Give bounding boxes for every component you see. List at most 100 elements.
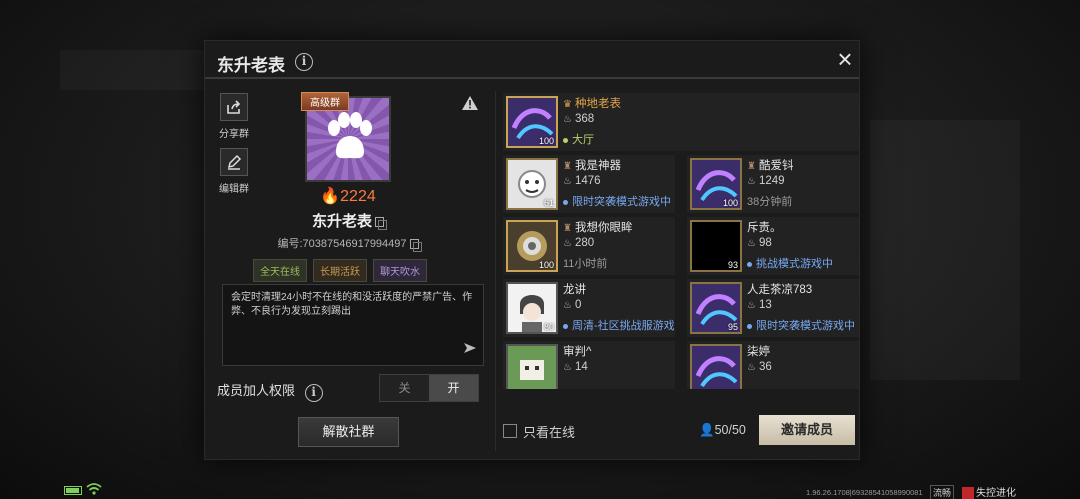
member-count: 👤50/50 — [699, 423, 746, 438]
member-avatar: 95 — [690, 282, 742, 334]
report-icon[interactable] — [461, 95, 479, 116]
member-name: 斥责。 — [747, 219, 782, 235]
group-notice-text: 会定时清理24小时不在线的和没活跃度的严禁广告、作弊、不良行为发现立刻踢出 — [231, 292, 473, 317]
background-panel — [870, 120, 1020, 380]
member-heat: ♨ 368 — [563, 113, 594, 125]
member-avatar: 100 — [690, 158, 742, 210]
member-status: 限时突袭模式游戏中 — [563, 193, 671, 209]
member-status: 11小时前 — [563, 255, 607, 271]
member-status: 挑战模式游戏中 — [747, 255, 833, 271]
member-name-text: 人走茶凉783 — [747, 284, 813, 296]
brand-icon — [962, 487, 974, 499]
member-level: 80 — [543, 322, 554, 332]
tag: 聊天吹水 — [373, 259, 427, 282]
brand-logo: 失控进化 — [962, 484, 1016, 499]
member-card[interactable]: 100 ♛ 种地老表 ♨ 368 大厅 — [503, 93, 859, 151]
share-group-label: 分享群 — [219, 129, 249, 140]
join-permission-toggle[interactable]: 关 开 — [379, 374, 479, 402]
edit-group-button[interactable]: 编辑群 — [217, 148, 251, 195]
copy-icon[interactable] — [409, 239, 422, 253]
member-status-text: 限时突袭模式游戏中 — [572, 196, 671, 208]
member-status: 限时突袭模式游戏中 — [747, 317, 855, 333]
copy-icon[interactable] — [375, 217, 387, 231]
member-heat-value: 280 — [574, 237, 595, 249]
member-name: 人走茶凉783 — [747, 281, 812, 297]
member-card[interactable]: 93 斥责。 ♨ 98 挑战模式游戏中 — [687, 217, 859, 275]
member-name-text: 种地老表 — [574, 98, 621, 110]
flame-icon: ♨ — [563, 238, 572, 249]
member-card[interactable]: 95 人走茶凉783 ♨ 13 限时突袭模式游戏中 — [687, 279, 859, 337]
status-dot — [747, 261, 752, 267]
flame-icon: ♨ — [563, 114, 572, 125]
member-footer: 只看在线 👤50/50 邀请成员 — [503, 415, 859, 449]
group-id-text: 编号:70387546917994497 — [277, 238, 407, 250]
only-online-checkbox[interactable] — [503, 424, 517, 438]
status-dot — [747, 323, 752, 329]
info-icon[interactable]: i — [304, 384, 323, 402]
member-avatar: 93 — [690, 220, 742, 272]
only-online-label[interactable]: 只看在线 — [523, 422, 575, 441]
tag: 全天在线 — [253, 259, 307, 282]
paw-icon — [328, 112, 372, 159]
background-panel — [60, 50, 220, 90]
member-avatar: 61 — [506, 158, 558, 210]
member-name-text: 审判^ — [563, 346, 592, 358]
close-icon[interactable]: × — [831, 46, 859, 74]
medal-icon: ♜ — [563, 161, 572, 172]
medal-icon: ♜ — [747, 161, 756, 172]
member-count-value: 50/50 — [714, 423, 746, 437]
disband-group-button[interactable]: 解散社群 — [298, 417, 399, 447]
member-card[interactable]: 审判^ ♨ 14 — [503, 341, 675, 389]
member-name-text: 柒婷 — [747, 346, 770, 358]
toggle-off-option[interactable]: 关 — [380, 375, 429, 401]
member-heat: ♨ 0 — [563, 299, 581, 311]
dialog-titlebar: 东升老表 i × — [205, 41, 859, 79]
dialog-title: 东升老表 — [217, 56, 285, 75]
crown-icon: ♛ — [563, 99, 572, 110]
member-name-text: 酷爱钭 — [758, 160, 794, 172]
member-heat: ♨ 280 — [563, 237, 594, 249]
status-dot — [563, 137, 568, 143]
send-icon[interactable] — [463, 342, 477, 359]
medal-icon: ♜ — [563, 223, 572, 234]
member-status-text: 限时突袭模式游戏中 — [756, 320, 855, 332]
member-card[interactable]: 柒婷 ♨ 36 — [687, 341, 859, 389]
member-status: 38分钟前 — [747, 193, 792, 209]
group-tags: 全天在线 长期活跃 聊天吹水 — [253, 259, 427, 282]
member-heat: ♨ 36 — [747, 361, 772, 373]
member-card[interactable]: 100 ♜ 我想你眼眸 ♨ 280 11小时前 — [503, 217, 675, 275]
join-permission-label: 成员加人权限 i — [217, 380, 323, 402]
share-group-button[interactable]: 分享群 — [217, 93, 251, 140]
info-icon[interactable]: i — [295, 53, 313, 71]
member-card[interactable]: 80 龙讲 ♨ 0 周清-社区挑战服游戏 — [503, 279, 675, 337]
member-name: 龙讲 — [563, 281, 586, 297]
member-avatar — [506, 344, 558, 389]
toggle-on-option[interactable]: 开 — [429, 375, 478, 401]
flame-icon: ♨ — [563, 300, 572, 311]
member-list[interactable]: 100 ♛ 种地老表 ♨ 368 大厅 61 ♜ 我是神器 ♨ 1476 限时突袭模式游… — [503, 93, 861, 389]
member-heat: ♨ 1249 — [747, 175, 785, 187]
person-icon: 👤 — [699, 423, 715, 437]
member-name: ♛ 种地老表 — [563, 95, 621, 111]
member-card[interactable]: 61 ♜ 我是神器 ♨ 1476 限时突袭模式游戏中 — [503, 155, 675, 213]
member-name-text: 斥责。 — [747, 222, 782, 234]
group-notice[interactable]: 会定时清理24小时不在线的和没活跃度的严禁广告、作弊、不良行为发现立刻踢出 — [222, 284, 484, 366]
member-heat-value: 1249 — [758, 175, 785, 187]
member-name: 审判^ — [563, 343, 591, 359]
member-avatar: 80 — [506, 282, 558, 334]
member-status-text: 38分钟前 — [747, 196, 793, 208]
flame-icon: ♨ — [747, 176, 756, 187]
member-heat-value: 1476 — [574, 175, 601, 187]
member-level: 100 — [538, 136, 554, 146]
member-name: ♜ 酷爱钭 — [747, 157, 793, 173]
member-card[interactable]: 100 ♜ 酷爱钭 ♨ 1249 38分钟前 — [687, 155, 859, 213]
group-id: 编号:70387546917994497 — [245, 235, 451, 253]
flame-icon: ♨ — [747, 238, 756, 249]
group-heat: 🔥2224 — [305, 186, 391, 206]
member-status-text: 周清-社区挑战服游戏 — [572, 320, 675, 332]
member-status: 周清-社区挑战服游戏 — [563, 317, 675, 333]
member-heat: ♨ 98 — [747, 237, 772, 249]
group-dialog: 东升老表 i × 分享群 编辑群 高级群 🔥2224 东升老表 编号:70387… — [204, 40, 860, 460]
invite-member-button[interactable]: 邀请成员 — [759, 415, 855, 445]
group-heat-value: 2224 — [340, 188, 376, 205]
